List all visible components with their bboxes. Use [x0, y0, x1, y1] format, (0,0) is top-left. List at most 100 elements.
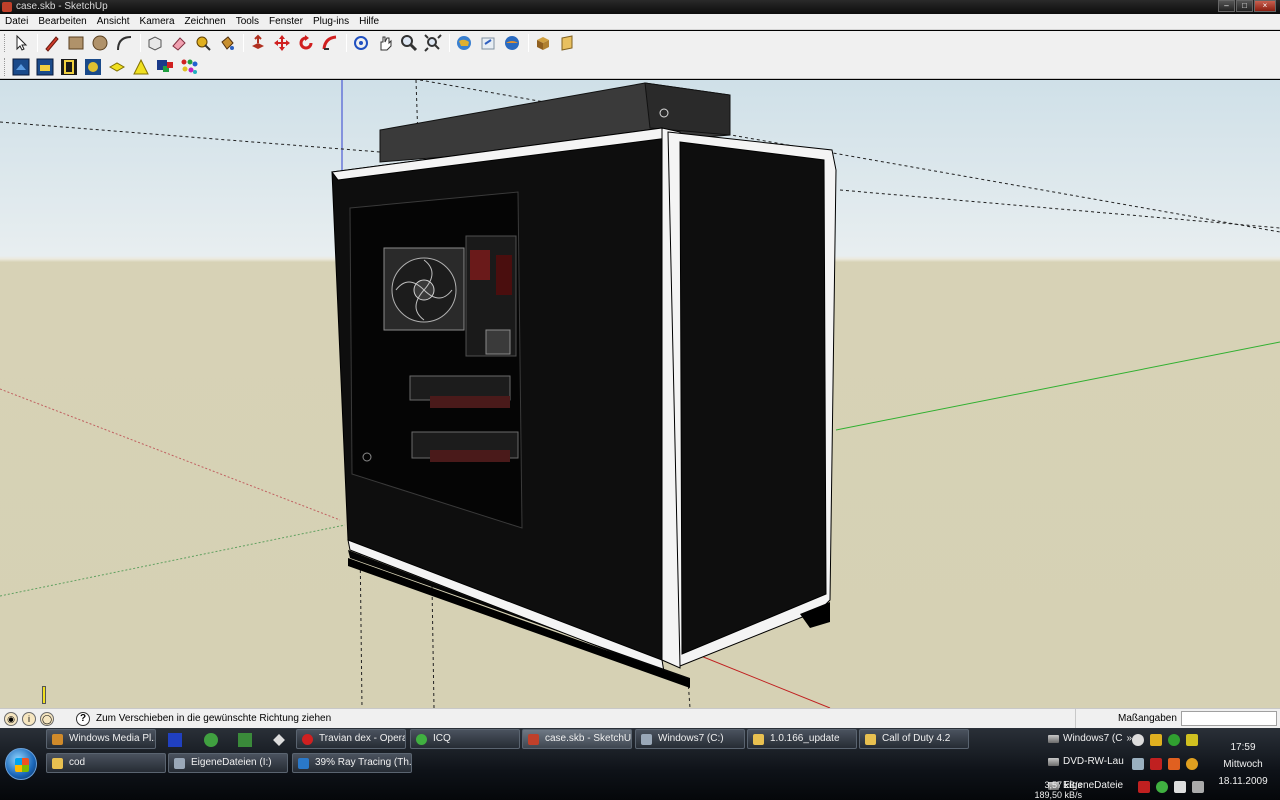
toolbar-separator — [140, 34, 141, 52]
rotate-icon[interactable] — [295, 32, 317, 54]
tape-measure-icon[interactable] — [192, 32, 214, 54]
menu-bar: Datei Bearbeiten Ansicht Kamera Zeichnen… — [0, 14, 1280, 30]
drive-icon — [641, 734, 652, 745]
arc-icon[interactable] — [113, 32, 135, 54]
eye-tray-icon[interactable] — [1132, 734, 1144, 746]
geo-location-icon[interactable]: ◉ — [4, 711, 18, 726]
task-update-folder[interactable]: 1.0.166_update — [747, 729, 857, 749]
network-tray-icon[interactable] — [1138, 781, 1150, 793]
close-button[interactable]: × — [1254, 0, 1276, 12]
safety-tray-icon[interactable] — [1150, 734, 1162, 746]
move-icon[interactable] — [271, 32, 293, 54]
windows-logo-icon — [15, 758, 29, 772]
task-opera[interactable]: Travian dex - Opera — [296, 729, 406, 749]
rectangle-icon[interactable] — [65, 32, 87, 54]
menu-fenster[interactable]: Fenster — [264, 14, 308, 30]
help-icon[interactable]: ? — [76, 711, 90, 726]
materials-dots-icon[interactable] — [178, 56, 200, 78]
monitor-tray-icon[interactable] — [1186, 734, 1198, 746]
triangle-yellow-icon[interactable] — [130, 56, 152, 78]
drive-toolbar-dvd[interactable]: DVD-RW-Lau — [1048, 756, 1124, 767]
folder-icon — [865, 734, 876, 745]
media-player-icon — [52, 734, 63, 745]
pan-icon[interactable] — [374, 32, 396, 54]
zoom-icon[interactable] — [398, 32, 420, 54]
menu-kamera[interactable]: Kamera — [135, 14, 180, 30]
model-viewport[interactable] — [0, 80, 1280, 708]
task-windows7-drive[interactable]: Windows7 (C:) — [635, 729, 745, 749]
maximize-button[interactable]: □ — [1236, 0, 1253, 12]
info-tray-icon[interactable] — [1168, 734, 1180, 746]
star-tray-icon[interactable] — [1186, 758, 1198, 770]
toolbar-grip[interactable] — [4, 57, 7, 76]
volume-tray-icon[interactable] — [1192, 781, 1204, 793]
make-component-icon[interactable] — [144, 32, 166, 54]
wireframe-style-icon[interactable] — [34, 56, 56, 78]
xray-style-icon[interactable] — [10, 56, 32, 78]
task-icq[interactable]: ICQ — [410, 729, 520, 749]
progress-window-icon — [298, 758, 309, 769]
status-bar: ◉ i ◯ ? Zum Verschieben in die gewünscht… — [0, 708, 1280, 728]
google-earth-icon[interactable] — [501, 32, 523, 54]
orbit-icon[interactable] — [350, 32, 372, 54]
sketchup-app-icon — [2, 2, 12, 12]
eraser-icon[interactable] — [168, 32, 190, 54]
get-models-icon[interactable] — [453, 32, 475, 54]
firefox-quicklaunch-icon[interactable] — [168, 733, 182, 747]
circle-icon[interactable] — [89, 32, 111, 54]
task-windows-media-player[interactable]: Windows Media Pl... — [46, 729, 156, 749]
opera-icon — [302, 734, 313, 745]
section-plane-icon[interactable] — [556, 32, 578, 54]
drive-toolbar-c[interactable]: Windows7 (C » — [1048, 733, 1132, 744]
toolbar-separator — [528, 34, 529, 52]
game-quicklaunch-icon[interactable] — [238, 733, 252, 747]
select-arrow-icon[interactable] — [10, 32, 32, 54]
measurements-input[interactable] — [1181, 711, 1277, 726]
menu-ansicht[interactable]: Ansicht — [92, 14, 135, 30]
menu-tools[interactable]: Tools — [231, 14, 264, 30]
display-tray-icon[interactable] — [1132, 758, 1144, 770]
menu-hilfe[interactable]: Hilfe — [354, 14, 384, 30]
user-icon[interactable]: ◯ — [40, 711, 54, 726]
layer-yellow-icon[interactable] — [106, 56, 128, 78]
style-toolbar — [0, 55, 1280, 79]
icq-flower-icon — [416, 734, 427, 745]
connection-tray-icon[interactable] — [1174, 781, 1186, 793]
menu-datei[interactable]: Datei — [0, 14, 33, 30]
task-ray-tracing[interactable]: 39% Ray Tracing (Th... — [292, 753, 412, 773]
toolbar-separator — [37, 34, 38, 52]
toolbar-grip[interactable] — [4, 34, 7, 52]
task-cod-folder[interactable]: cod — [46, 753, 166, 773]
sketchup-icon — [528, 734, 539, 745]
network-tray-icon[interactable] — [1150, 758, 1162, 770]
clock-time[interactable]: 17:59 — [1208, 742, 1278, 753]
credits-icon[interactable]: i — [22, 711, 36, 726]
task-sketchup[interactable]: case.skb - SketchUp — [522, 729, 632, 749]
hidden-line-icon[interactable] — [58, 56, 80, 78]
utorrent-quicklaunch-icon[interactable] — [204, 733, 218, 747]
toolbar-separator — [346, 34, 347, 52]
icq-tray-icon[interactable] — [1156, 781, 1168, 793]
menu-zeichnen[interactable]: Zeichnen — [180, 14, 231, 30]
start-button[interactable] — [5, 748, 37, 780]
paint-bucket-icon[interactable] — [216, 32, 238, 54]
folder-icon — [753, 734, 764, 745]
share-model-icon[interactable] — [477, 32, 499, 54]
task-eigene-dateien[interactable]: EigeneDateien (I:) — [168, 753, 288, 773]
speaker-mute-tray-icon[interactable] — [1168, 758, 1180, 770]
minimize-button[interactable]: – — [1218, 0, 1235, 12]
red-axis — [685, 649, 831, 708]
guide-line — [431, 584, 435, 708]
menu-plugins[interactable]: Plug-ins — [308, 14, 354, 30]
colors-icon[interactable] — [154, 56, 176, 78]
shaded-style-icon[interactable] — [82, 56, 104, 78]
components-icon[interactable] — [532, 32, 554, 54]
task-call-of-duty[interactable]: Call of Duty 4.2 — [859, 729, 969, 749]
title-bar: case.skb - SketchUp – □ × — [0, 0, 1280, 14]
follow-me-icon[interactable] — [319, 32, 341, 54]
push-pull-icon[interactable] — [247, 32, 269, 54]
guide-line — [839, 189, 1280, 229]
pencil-line-icon[interactable] — [41, 32, 63, 54]
menu-bearbeiten[interactable]: Bearbeiten — [33, 14, 91, 30]
zoom-extents-icon[interactable] — [422, 32, 444, 54]
